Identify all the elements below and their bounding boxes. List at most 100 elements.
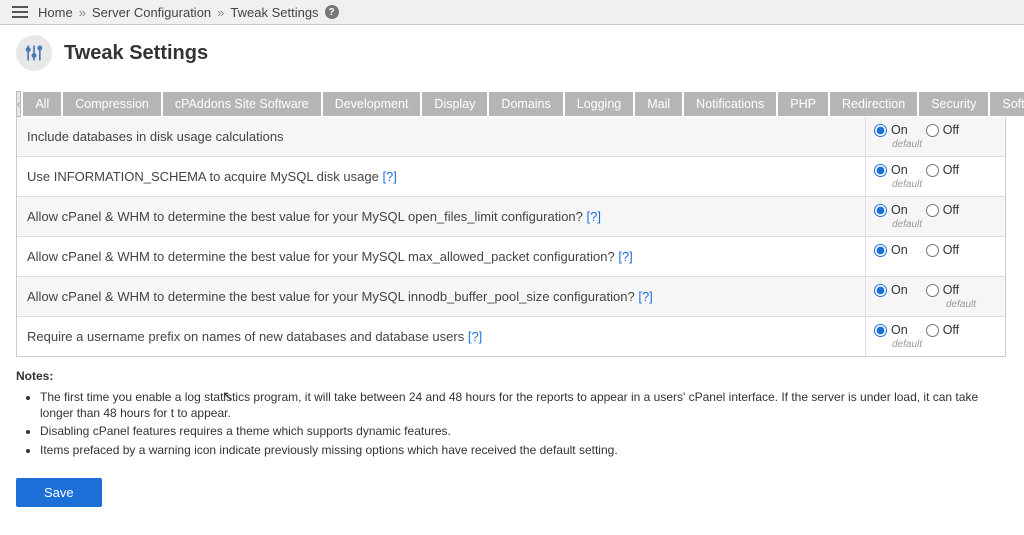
- tab-software[interactable]: Software: [990, 92, 1024, 116]
- menu-icon[interactable]: [8, 4, 32, 20]
- radio-off-label: Off: [943, 123, 959, 137]
- radio-on-input[interactable]: [874, 324, 887, 337]
- save-button[interactable]: Save: [16, 478, 102, 507]
- setting-options: On Off: [865, 237, 1005, 276]
- radio-off[interactable]: Off: [926, 283, 959, 297]
- help-icon[interactable]: ?: [325, 5, 339, 19]
- setting-row: Use INFORMATION_SCHEMA to acquire MySQL …: [17, 156, 1005, 196]
- radio-on-label: On: [891, 243, 908, 257]
- radio-on-input[interactable]: [874, 204, 887, 217]
- note-item: Items prefaced by a warning icon indicat…: [40, 442, 1008, 458]
- notes-list: The first time you enable a log statisti…: [40, 389, 1008, 458]
- radio-on-label: On: [891, 323, 908, 337]
- radio-on[interactable]: On: [874, 123, 908, 137]
- help-link[interactable]: [?]: [382, 169, 396, 184]
- tab-logging[interactable]: Logging: [565, 92, 634, 116]
- tab-security[interactable]: Security: [919, 92, 988, 116]
- radio-off-input[interactable]: [926, 124, 939, 137]
- setting-row: Allow cPanel & WHM to determine the best…: [17, 276, 1005, 316]
- default-indicator: default: [892, 139, 997, 150]
- help-link[interactable]: [?]: [587, 209, 601, 224]
- radio-off-label: Off: [943, 243, 959, 257]
- tabs-row: ‹ AllCompressioncPAddons Site SoftwareDe…: [0, 91, 1024, 117]
- setting-options: On Off default: [865, 317, 1005, 356]
- breadcrumb-sep-1: »: [79, 5, 86, 20]
- default-indicator: default: [892, 219, 997, 230]
- page-header: Tweak Settings: [0, 25, 1024, 91]
- tab-domains[interactable]: Domains: [489, 92, 562, 116]
- settings-table: Include databases in disk usage calculat…: [16, 117, 1006, 357]
- radio-off[interactable]: Off: [926, 323, 959, 337]
- tab-scroll-left[interactable]: ‹: [16, 91, 21, 117]
- setting-options: On Off default: [865, 157, 1005, 196]
- setting-label: Allow cPanel & WHM to determine the best…: [17, 277, 865, 316]
- radio-on[interactable]: On: [874, 323, 908, 337]
- setting-options: On Off default: [865, 277, 1005, 316]
- setting-label: Include databases in disk usage calculat…: [17, 117, 865, 156]
- radio-off-input[interactable]: [926, 324, 939, 337]
- radio-on[interactable]: On: [874, 203, 908, 217]
- setting-label: Require a username prefix on names of ne…: [17, 317, 865, 356]
- radio-on-label: On: [891, 123, 908, 137]
- radio-off[interactable]: Off: [926, 123, 959, 137]
- setting-options: On Off default: [865, 117, 1005, 156]
- setting-row: Require a username prefix on names of ne…: [17, 316, 1005, 356]
- radio-off-label: Off: [943, 203, 959, 217]
- radio-on-label: On: [891, 163, 908, 177]
- setting-label: Allow cPanel & WHM to determine the best…: [17, 197, 865, 236]
- save-bar: Save: [0, 464, 1024, 521]
- radio-off-input[interactable]: [926, 284, 939, 297]
- notes-section: Notes: The first time you enable a log s…: [0, 357, 1024, 464]
- sliders-icon: [16, 35, 52, 71]
- radio-on-label: On: [891, 203, 908, 217]
- setting-row: Include databases in disk usage calculat…: [17, 117, 1005, 156]
- tab-redirection[interactable]: Redirection: [830, 92, 917, 116]
- notes-title: Notes:: [16, 369, 53, 383]
- tab-notifications[interactable]: Notifications: [684, 92, 776, 116]
- breadcrumb-tweak: Tweak Settings: [230, 5, 318, 20]
- tab-mail[interactable]: Mail: [635, 92, 682, 116]
- setting-label: Use INFORMATION_SCHEMA to acquire MySQL …: [17, 157, 865, 196]
- radio-off[interactable]: Off: [926, 163, 959, 177]
- radio-off-label: Off: [943, 283, 959, 297]
- setting-label: Allow cPanel & WHM to determine the best…: [17, 237, 865, 276]
- default-indicator: default: [946, 299, 997, 310]
- radio-on[interactable]: On: [874, 243, 908, 257]
- tab-cpaddons-site-software[interactable]: cPAddons Site Software: [163, 92, 321, 116]
- breadcrumb-home[interactable]: Home: [38, 5, 73, 20]
- radio-off-input[interactable]: [926, 164, 939, 177]
- page-title: Tweak Settings: [64, 42, 208, 65]
- setting-row: Allow cPanel & WHM to determine the best…: [17, 196, 1005, 236]
- radio-on[interactable]: On: [874, 283, 908, 297]
- setting-options: On Off default: [865, 197, 1005, 236]
- radio-off-input[interactable]: [926, 244, 939, 257]
- radio-off-label: Off: [943, 163, 959, 177]
- breadcrumb-serverconfig[interactable]: Server Configuration: [92, 5, 211, 20]
- radio-off[interactable]: Off: [926, 203, 959, 217]
- tab-development[interactable]: Development: [323, 92, 421, 116]
- breadcrumb-sep-2: »: [217, 5, 224, 20]
- radio-off[interactable]: Off: [926, 243, 959, 257]
- note-item: Disabling cPanel features requires a the…: [40, 423, 1008, 439]
- radio-on-label: On: [891, 283, 908, 297]
- setting-row: Allow cPanel & WHM to determine the best…: [17, 236, 1005, 276]
- radio-on[interactable]: On: [874, 163, 908, 177]
- help-link[interactable]: [?]: [468, 329, 482, 344]
- breadcrumb-bar: Home » Server Configuration » Tweak Sett…: [0, 0, 1024, 25]
- tabs-container: AllCompressioncPAddons Site SoftwareDeve…: [23, 92, 1024, 116]
- radio-off-label: Off: [943, 323, 959, 337]
- tab-compression[interactable]: Compression: [63, 92, 161, 116]
- radio-off-input[interactable]: [926, 204, 939, 217]
- help-link[interactable]: [?]: [618, 249, 632, 264]
- help-link[interactable]: [?]: [638, 289, 652, 304]
- tab-all[interactable]: All: [23, 92, 61, 116]
- default-indicator: default: [892, 339, 997, 350]
- tab-php[interactable]: PHP: [778, 92, 828, 116]
- radio-on-input[interactable]: [874, 244, 887, 257]
- radio-on-input[interactable]: [874, 124, 887, 137]
- note-item: The first time you enable a log statisti…: [40, 389, 1008, 421]
- radio-on-input[interactable]: [874, 284, 887, 297]
- tab-display[interactable]: Display: [422, 92, 487, 116]
- default-indicator: default: [892, 179, 997, 190]
- radio-on-input[interactable]: [874, 164, 887, 177]
